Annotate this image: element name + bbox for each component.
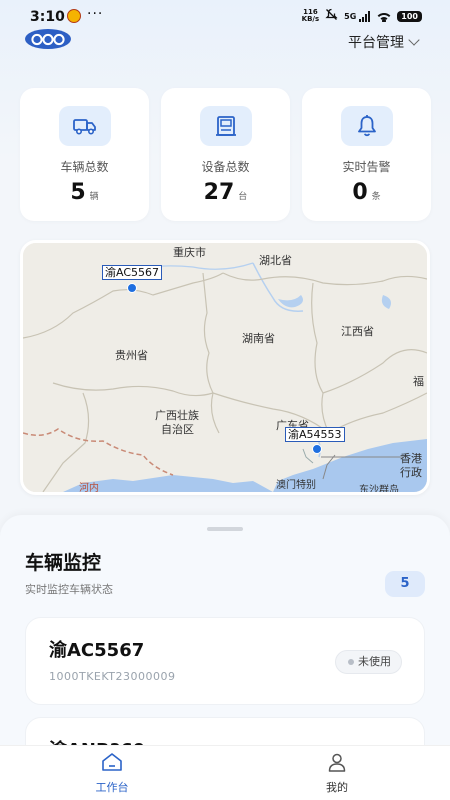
device-total-value: 27 <box>203 180 235 205</box>
bell-icon <box>340 106 393 146</box>
vehicle-plate: 渝AC5567 <box>49 640 145 661</box>
bottom-nav: 工作台 我的 <box>0 745 450 800</box>
tab-mine[interactable]: 我的 <box>297 752 377 795</box>
device-total-card[interactable]: 设备总数 27 台 <box>161 88 290 221</box>
notification-app-icon <box>67 9 81 23</box>
realtime-alarm-card[interactable]: 实时告警 0 条 <box>302 88 431 221</box>
network-speed: 116 KB/s <box>302 9 319 23</box>
device-icon <box>199 106 252 146</box>
more-notifications-icon: ··· <box>87 6 104 22</box>
status-badge: 未使用 <box>335 650 402 674</box>
map-label-hunan: 湖南省 <box>242 332 275 345</box>
company-logo <box>24 28 72 50</box>
network-speed-unit: KB/s <box>301 15 320 23</box>
vehicle-total-card[interactable]: 车辆总数 5 辆 <box>20 88 149 221</box>
status-time: 3:10 <box>30 9 65 25</box>
realtime-alarm-unit: 条 <box>371 192 381 202</box>
vehicle-marker-label[interactable]: 渝A54553 <box>285 427 345 442</box>
map-label-hongkong-2: 行政 <box>400 466 422 479</box>
vehicle-card[interactable]: 渝AC5567 1000TKEKT23000009 未使用 <box>25 617 425 705</box>
section-subtitle: 实时监控车辆状态 <box>25 583 113 596</box>
map-label-jiangxi: 江西省 <box>341 325 374 338</box>
signal-icon <box>359 10 371 22</box>
map-label-chongqing: 重庆市 <box>173 246 206 259</box>
user-icon <box>328 753 346 772</box>
sheet-drag-handle[interactable] <box>207 527 243 531</box>
vehicle-marker-pin[interactable] <box>127 283 137 293</box>
vehicle-marker-label[interactable]: 渝AC5567 <box>102 265 163 280</box>
vehicle-monitor-sheet: 车辆监控 实时监控车辆状态 5 渝AC5567 1000TKEKT2300000… <box>0 515 450 750</box>
device-total-label: 设备总数 <box>201 160 250 174</box>
wifi-icon <box>376 11 392 22</box>
vehicle-total-unit: 辆 <box>89 192 99 202</box>
platform-management-label: 平台管理 <box>348 35 404 51</box>
tab-mine-label: 我的 <box>326 781 348 794</box>
network-type: 5G <box>344 11 357 21</box>
vehicle-marker-pin[interactable] <box>312 444 322 454</box>
mute-icon <box>325 8 338 24</box>
realtime-alarm-value: 0 <box>352 180 368 205</box>
vehicle-total-label: 车辆总数 <box>60 160 109 174</box>
map-label-guizhou: 贵州省 <box>115 349 148 362</box>
section-title: 车辆监控 <box>25 552 102 574</box>
map-label-henei: 河内 <box>79 483 99 494</box>
vehicle-map[interactable]: 重庆市 湖北省 贵州省 湖南省 江西省 福 广西壮族 自治区 广东省 香港 行政… <box>20 240 430 495</box>
battery-icon: 100 <box>397 10 422 22</box>
map-label-macau: 澳门特别 <box>276 480 316 491</box>
tab-workbench[interactable]: 工作台 <box>72 752 152 795</box>
map-label-fu: 福 <box>413 375 424 388</box>
home-icon <box>102 753 122 771</box>
realtime-alarm-label: 实时告警 <box>342 160 391 174</box>
truck-icon <box>58 106 111 146</box>
tab-workbench-label: 工作台 <box>95 781 129 794</box>
vehicle-count-badge: 5 <box>385 571 425 597</box>
map-background <box>23 243 427 492</box>
platform-management-dropdown[interactable]: 平台管理 <box>348 32 420 52</box>
map-label-dongsha: 东沙群岛 <box>359 485 399 495</box>
chevron-down-icon <box>408 34 420 46</box>
vehicle-total-value: 5 <box>70 180 86 205</box>
map-label-guangxi-2: 自治区 <box>161 423 194 436</box>
map-label-hubei: 湖北省 <box>259 254 292 267</box>
device-total-unit: 台 <box>238 192 248 202</box>
device-id: 1000TKEKT23000009 <box>49 670 176 683</box>
